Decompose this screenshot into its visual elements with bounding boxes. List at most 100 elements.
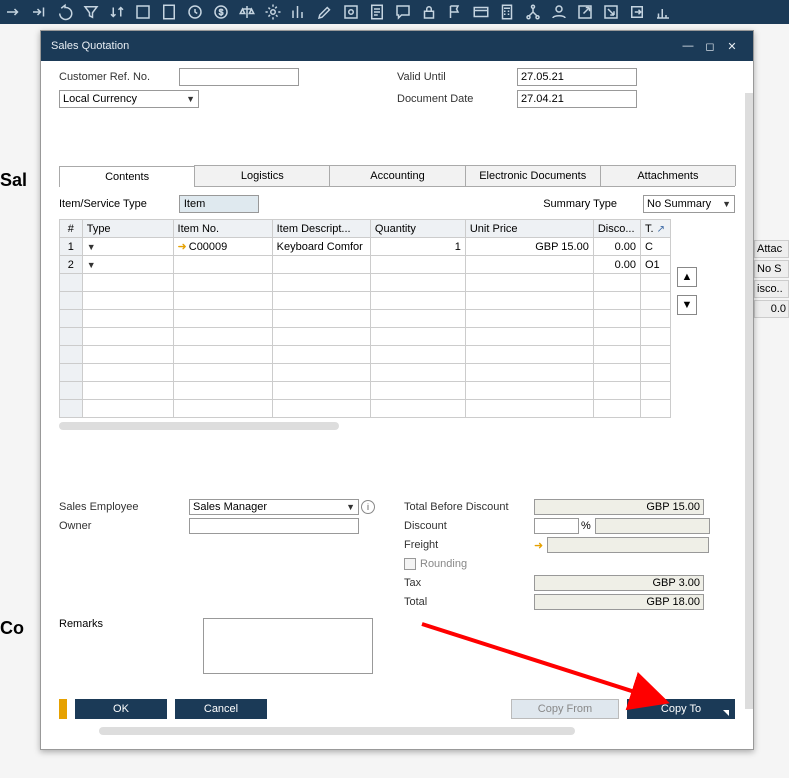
col-qty[interactable]: Quantity (370, 220, 465, 238)
summarytype-select[interactable]: No Summary ▼ (643, 195, 735, 213)
items-grid[interactable]: # Type Item No. Item Descript... Quantit… (59, 219, 671, 418)
cell-unitprice[interactable] (465, 256, 593, 274)
button-bar: OK Cancel Copy From Copy To (41, 689, 753, 749)
tab-edocs[interactable]: Electronic Documents (465, 165, 601, 186)
sort-icon[interactable] (108, 3, 126, 21)
cell-itemno[interactable]: ➜C00009 (173, 238, 272, 256)
currency-select[interactable]: Local Currency ▼ (59, 90, 199, 108)
col-t[interactable]: T. ↗ (641, 220, 671, 238)
cancel-button[interactable]: Cancel (175, 699, 267, 719)
table-row[interactable] (60, 364, 671, 382)
cog-icon[interactable] (264, 3, 282, 21)
card-icon[interactable] (472, 3, 490, 21)
dialog-hscroll[interactable] (99, 727, 575, 735)
nav-skip-icon[interactable] (30, 3, 48, 21)
cell-itemno[interactable] (173, 256, 272, 274)
minimize-button[interactable]: — (677, 35, 699, 57)
cell-type[interactable]: ▼ (82, 238, 173, 256)
tab-logistics[interactable]: Logistics (194, 165, 330, 186)
lock-icon[interactable] (420, 3, 438, 21)
tab-attachments[interactable]: Attachments (600, 165, 736, 186)
row-up-button[interactable]: ▲ (677, 267, 697, 287)
cell-qty[interactable]: 1 (370, 238, 465, 256)
itemservice-select[interactable]: Item (179, 195, 259, 213)
table-row[interactable]: 1 ▼ ➜C00009 Keyboard Comfor 1 GBP 15.00 … (60, 238, 671, 256)
dialog-scrollbar[interactable] (745, 93, 753, 709)
cell-unitprice[interactable]: GBP 15.00 (465, 238, 593, 256)
chart2-icon[interactable] (654, 3, 672, 21)
rounding-checkbox[interactable] (404, 558, 416, 570)
table-row[interactable] (60, 382, 671, 400)
cell-t[interactable]: O1 (641, 256, 671, 274)
cell-disc[interactable]: 0.00 (593, 238, 640, 256)
cell-disc[interactable]: 0.00 (593, 256, 640, 274)
nav-forward-icon[interactable] (4, 3, 22, 21)
table-row[interactable] (60, 292, 671, 310)
export-icon[interactable] (576, 3, 594, 21)
custref-field[interactable] (179, 68, 299, 86)
scale-icon[interactable] (238, 3, 256, 21)
freight-value[interactable] (547, 537, 709, 553)
col-type[interactable]: Type (82, 220, 173, 238)
bg-attach: Attac (754, 240, 789, 258)
col-unitprice[interactable]: Unit Price (465, 220, 593, 238)
report-icon[interactable] (368, 3, 386, 21)
arrow-br-icon[interactable] (602, 3, 620, 21)
cell-desc[interactable] (272, 256, 370, 274)
edit-icon[interactable] (316, 3, 334, 21)
tbd-value: GBP 15.00 (534, 499, 704, 515)
cell-desc[interactable]: Keyboard Comfor (272, 238, 370, 256)
cell-qty[interactable] (370, 256, 465, 274)
col-desc[interactable]: Item Descript... (272, 220, 370, 238)
clock-icon[interactable] (186, 3, 204, 21)
maximize-button[interactable]: ◻ (699, 35, 721, 57)
tab-accounting[interactable]: Accounting (329, 165, 465, 186)
col-itemno[interactable]: Item No. (173, 220, 272, 238)
remarks-textarea[interactable] (203, 618, 373, 674)
validuntil-value: 27.05.21 (521, 71, 564, 83)
gear-doc-icon[interactable] (342, 3, 360, 21)
discount-value[interactable] (595, 518, 710, 534)
tree-icon[interactable] (524, 3, 542, 21)
table-row[interactable] (60, 346, 671, 364)
discount-pct-field[interactable] (534, 518, 579, 534)
copy-to-button[interactable]: Copy To (627, 699, 735, 719)
chart-icon[interactable] (290, 3, 308, 21)
doc-icon[interactable] (160, 3, 178, 21)
docdate-field[interactable]: 27.04.21 (517, 90, 637, 108)
row-down-button[interactable]: ▼ (677, 295, 697, 315)
owner-field[interactable] (189, 518, 359, 534)
export2-icon[interactable] (628, 3, 646, 21)
validuntil-field[interactable]: 27.05.21 (517, 68, 637, 86)
calc-icon[interactable] (498, 3, 516, 21)
table-row[interactable] (60, 400, 671, 418)
col-num[interactable]: # (60, 220, 83, 238)
tab-contents[interactable]: Contents (59, 166, 195, 187)
copy-from-button[interactable]: Copy From (511, 699, 619, 719)
salesemp-select[interactable]: Sales Manager ▼ (189, 499, 359, 515)
cell-type[interactable]: ▼ (82, 256, 173, 274)
table-row[interactable] (60, 274, 671, 292)
info-icon[interactable]: i (361, 500, 375, 514)
ok-button[interactable]: OK (75, 699, 167, 719)
expand-grid-icon[interactable]: ↗ (657, 224, 665, 235)
table-row[interactable] (60, 310, 671, 328)
col-t-label: T. (645, 223, 654, 235)
col-disc[interactable]: Disco... (593, 220, 640, 238)
close-button[interactable]: ✕ (721, 35, 743, 57)
flag-icon[interactable] (446, 3, 464, 21)
itemservice-label: Item/Service Type (59, 198, 147, 210)
filter-icon[interactable] (82, 3, 100, 21)
link-arrow-icon[interactable]: ➜ (178, 240, 187, 253)
form-icon[interactable] (134, 3, 152, 21)
money-icon[interactable]: $ (212, 3, 230, 21)
grid-hscroll[interactable] (59, 422, 339, 430)
docdate-value: 27.04.21 (521, 93, 564, 105)
comment-icon[interactable] (394, 3, 412, 21)
table-row[interactable]: 2 ▼ 0.00 O1 (60, 256, 671, 274)
refresh-icon[interactable] (56, 3, 74, 21)
table-row[interactable] (60, 328, 671, 346)
cell-t[interactable]: C (641, 238, 671, 256)
link-arrow-icon[interactable]: ➜ (534, 539, 543, 552)
user-icon[interactable] (550, 3, 568, 21)
